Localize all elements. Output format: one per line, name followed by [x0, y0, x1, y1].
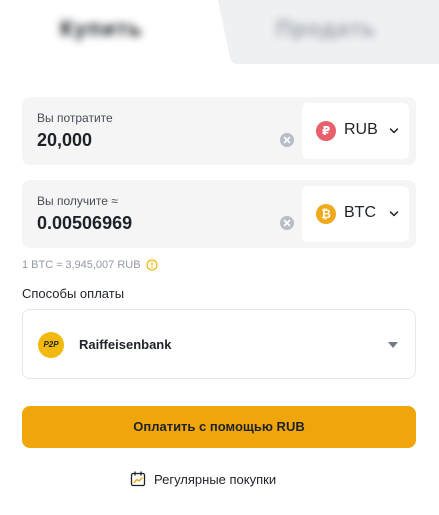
- calendar-chart-icon: [130, 471, 146, 487]
- caret-down-icon: [388, 342, 398, 348]
- tab-buy[interactable]: Купить: [60, 16, 143, 42]
- receive-amount-panel: Вы получите ≈ 0.00506969 ₿ BTC: [22, 180, 416, 248]
- receive-label: Вы получите ≈: [37, 194, 118, 208]
- info-icon[interactable]: [145, 259, 158, 271]
- close-icon: [283, 136, 291, 144]
- payment-methods-title: Способы оплаты: [22, 286, 125, 301]
- p2p-badge-text: P2P: [43, 340, 59, 349]
- clear-receive-button[interactable]: [280, 216, 294, 230]
- chevron-down-icon: [389, 211, 399, 217]
- clear-spend-button[interactable]: [280, 133, 294, 147]
- payment-method-name: Raiffeisenbank: [79, 337, 172, 352]
- rub-coin-icon: ₽: [316, 121, 336, 141]
- receive-currency-code: BTC: [344, 204, 376, 221]
- tab-sell[interactable]: Продать: [276, 16, 376, 42]
- close-icon: [283, 219, 291, 227]
- trade-tabs: Купить Продать: [0, 0, 439, 64]
- exchange-rate-text: 1 BTC ≈ 3,945,007 RUB: [22, 259, 141, 271]
- recurring-purchases-link[interactable]: Регулярные покупки: [130, 471, 276, 487]
- recurring-purchases-label: Регулярные покупки: [154, 471, 277, 487]
- spend-amount-input[interactable]: 20,000: [37, 130, 92, 151]
- pay-button[interactable]: Оплатить с помощью RUB: [22, 406, 416, 448]
- spend-currency-select[interactable]: ₽ RUB: [302, 103, 409, 159]
- receive-amount-input[interactable]: 0.00506969: [37, 213, 132, 234]
- btc-coin-icon: ₿: [316, 204, 336, 224]
- spend-currency-code: RUB: [344, 121, 378, 138]
- spend-amount-panel: Вы потратите 20,000 ₽ RUB: [22, 97, 416, 165]
- exchange-rate: 1 BTC ≈ 3,945,007 RUB: [22, 259, 158, 271]
- spend-label: Вы потратите: [37, 111, 113, 125]
- receive-currency-select[interactable]: ₿ BTC: [302, 186, 409, 242]
- p2p-badge-icon: P2P: [38, 332, 64, 358]
- payment-method-select[interactable]: P2P Raiffeisenbank: [22, 309, 416, 379]
- chevron-down-icon: [389, 128, 399, 134]
